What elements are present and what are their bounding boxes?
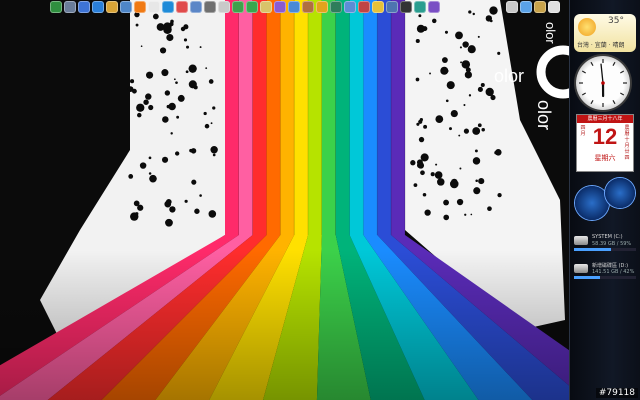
- computer-icon[interactable]: [120, 1, 132, 13]
- mail-icon[interactable]: [344, 1, 356, 13]
- globe-icon-2[interactable]: [414, 1, 426, 13]
- network-icon[interactable]: [190, 1, 202, 13]
- media-icon[interactable]: [78, 1, 90, 13]
- hard-drive-icon: [574, 236, 588, 245]
- top-tray-strip: [506, 1, 560, 13]
- calendar-right-column: 農曆十月廿四: [624, 125, 630, 161]
- calendar-left-column: 四月: [580, 125, 586, 137]
- window-icon[interactable]: [386, 1, 398, 13]
- monitor-icon[interactable]: [330, 1, 342, 13]
- calendar-day: 12: [592, 124, 618, 149]
- calendar-gadget[interactable]: 農曆三月十八年 四月 農曆十月廿四 12 星期六: [576, 114, 634, 172]
- gadget-sidebar: 35° 台灣 · 宜蘭 · 晴朗 農曆三月十八年 四月 農曆十月廿四 12 星期…: [569, 0, 640, 400]
- shield-icon[interactable]: [358, 1, 370, 13]
- weather-temperature: 35°: [608, 16, 624, 26]
- sun-icon: [578, 18, 596, 36]
- rainbow-wallpaper: olor olor olor: [0, 0, 640, 400]
- watermark-label: #79118: [595, 388, 638, 398]
- weather-gadget[interactable]: 35° 台灣 · 宜蘭 · 晴朗: [574, 14, 636, 52]
- camera-icon[interactable]: [204, 1, 216, 13]
- folder-icon[interactable]: [106, 1, 118, 13]
- search-icon[interactable]: [288, 1, 300, 13]
- ie-icon[interactable]: [92, 1, 104, 13]
- film-icon[interactable]: [400, 1, 412, 13]
- document-icon[interactable]: [148, 1, 160, 13]
- cpu-meter-gadget[interactable]: [575, 178, 635, 228]
- clipboard-icon[interactable]: [548, 1, 560, 13]
- logo-word-vertical: olor: [534, 100, 554, 130]
- star-icon[interactable]: [372, 1, 384, 13]
- drive-c-name: SYSTEM (C:): [592, 234, 623, 240]
- orange-app-icon[interactable]: [134, 1, 146, 13]
- gear-icon[interactable]: [534, 1, 546, 13]
- drive-d-info: 141.51 GB / 42%: [592, 269, 635, 275]
- cpu-gauge-icon: [575, 186, 609, 220]
- paint-icon[interactable]: [176, 1, 188, 13]
- clock-gadget[interactable]: [576, 56, 630, 110]
- clock-face: [579, 59, 627, 107]
- tools-icon[interactable]: [64, 1, 76, 13]
- music-icon[interactable]: [428, 1, 440, 13]
- logo-word: olor: [494, 66, 524, 86]
- calendar-header: 農曆三月十八年: [577, 115, 633, 123]
- users-icon[interactable]: [520, 1, 532, 13]
- desktop[interactable]: olor olor olor 35° 台灣 · 宜蘭 · 晴朗 農曆三月十八年 …: [0, 0, 640, 400]
- logo-word-top: olor: [543, 22, 558, 44]
- wrench-icon[interactable]: [302, 1, 314, 13]
- weather-location: 台灣 · 宜蘭 · 晴朗: [577, 42, 625, 49]
- top-icon-strip: [50, 1, 440, 15]
- globe-icon[interactable]: [50, 1, 62, 13]
- picture-icon[interactable]: [260, 1, 272, 13]
- drive-d-usage-bar: [574, 276, 601, 279]
- note-icon[interactable]: [274, 1, 286, 13]
- calendar-weekday: 星期六: [594, 154, 616, 162]
- drive-c-meter[interactable]: SYSTEM (C:) 58.39 GB / 59%: [574, 234, 638, 254]
- drive-c-info: 58.39 GB / 59%: [592, 241, 632, 247]
- hard-drive-icon: [574, 264, 588, 273]
- drive-d-name: 新增磁碟區 (D:): [592, 263, 629, 269]
- ie-icon-2[interactable]: [162, 1, 174, 13]
- drive-c-usage-bar: [574, 248, 611, 251]
- notepad-icon[interactable]: [506, 1, 518, 13]
- chrome-icon[interactable]: [316, 1, 328, 13]
- memory-gauge-icon: [605, 178, 635, 208]
- clock-minute-hand: [600, 63, 604, 84]
- grid-icon[interactable]: [218, 1, 230, 13]
- ftp-icon[interactable]: [232, 1, 244, 13]
- drive-d-meter[interactable]: 新增磁碟區 (D:) 141.51 GB / 42%: [574, 262, 638, 282]
- photo-icon[interactable]: [246, 1, 258, 13]
